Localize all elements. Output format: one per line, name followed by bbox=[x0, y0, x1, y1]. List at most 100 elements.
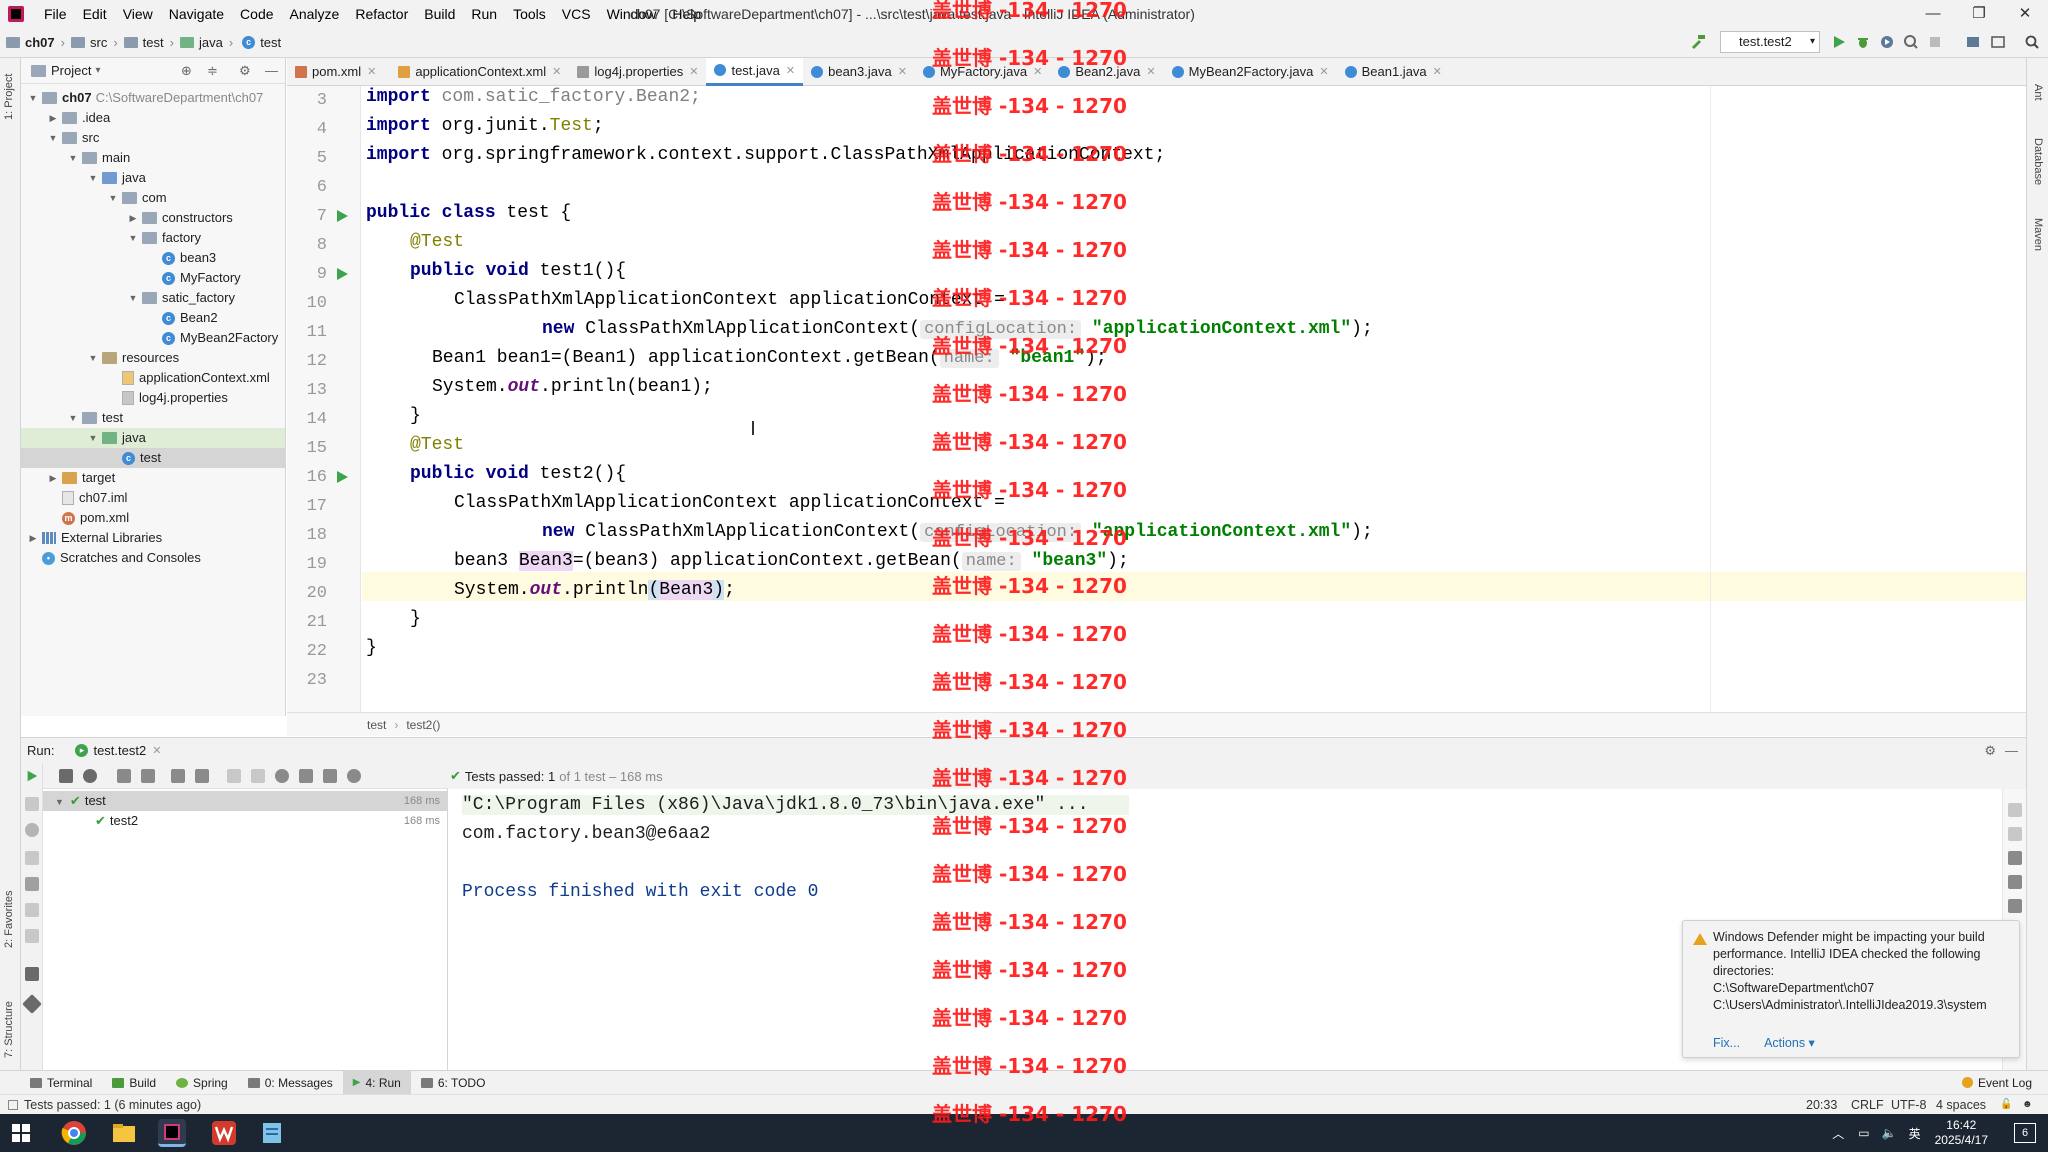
project-tree-item[interactable]: ▶ .idea bbox=[21, 108, 285, 128]
project-tree-item[interactable]: log4j.properties bbox=[21, 388, 285, 408]
close-tab-icon[interactable]: ✕ bbox=[1433, 65, 1442, 78]
chevron-down-icon[interactable]: ▾ bbox=[95, 65, 100, 76]
hide-panel-icon[interactable]: — bbox=[265, 63, 278, 78]
close-tab-icon[interactable]: ✕ bbox=[552, 65, 561, 78]
code-line-12[interactable]: Bean1 bean1=(Bean1) applicationContext.g… bbox=[432, 344, 1107, 373]
notification-center-button[interactable]: 6 bbox=[2014, 1123, 2036, 1143]
restore-layout-icon[interactable] bbox=[25, 929, 39, 943]
menu-run[interactable]: Run bbox=[463, 0, 505, 28]
project-tree-item[interactable]: ▼ resources bbox=[21, 348, 285, 368]
chevron-right-icon[interactable]: ▶ bbox=[127, 208, 139, 228]
close-tab-icon[interactable]: ✕ bbox=[689, 65, 698, 78]
project-tree-item[interactable]: ▼ java bbox=[21, 168, 285, 188]
project-tree-item[interactable]: ▼ satic_factory bbox=[21, 288, 285, 308]
menu-build[interactable]: Build bbox=[416, 0, 463, 28]
menu-view[interactable]: View bbox=[115, 0, 161, 28]
run-test-method-icon[interactable] bbox=[335, 470, 349, 484]
project-tree-item[interactable]: ▼ src bbox=[21, 128, 285, 148]
indent-setting[interactable]: 4 spaces bbox=[1936, 1098, 1986, 1112]
file-explorer-icon[interactable] bbox=[110, 1119, 138, 1147]
scroll-down-icon[interactable] bbox=[2008, 827, 2022, 841]
chevron-right-icon[interactable]: ▶ bbox=[47, 468, 59, 488]
pin-icon[interactable] bbox=[22, 994, 42, 1014]
code-line-18[interactable]: new ClassPathXmlApplicationContext(confi… bbox=[542, 518, 1373, 547]
inspector-icon[interactable]: ☻ bbox=[2022, 1099, 2033, 1110]
code-line-5[interactable]: import org.springframework.context.suppo… bbox=[366, 141, 1165, 170]
breadcrumb-test[interactable]: test › bbox=[123, 35, 174, 50]
chrome-icon[interactable] bbox=[60, 1119, 88, 1147]
project-structure-icon[interactable] bbox=[1965, 34, 1981, 50]
scroll-to-end-icon[interactable] bbox=[2008, 875, 2022, 889]
crumb-method[interactable]: test2() bbox=[406, 718, 440, 732]
project-tree-item[interactable]: c Bean2 bbox=[21, 308, 285, 328]
status-message[interactable]: Tests passed: 1 (6 minutes ago) bbox=[24, 1098, 201, 1112]
editor-tab[interactable]: Bean2.java ✕ bbox=[1050, 58, 1163, 86]
editor-tab[interactable]: applicationContext.xml ✕ bbox=[384, 58, 569, 86]
close-tab-icon[interactable]: ✕ bbox=[1319, 65, 1328, 78]
toggle-auto-test-icon[interactable] bbox=[25, 823, 39, 837]
editor-tab[interactable]: pom.xml ✕ bbox=[287, 58, 384, 86]
stop-icon[interactable] bbox=[25, 851, 39, 865]
chevron-down-icon[interactable]: ▼ bbox=[127, 288, 139, 308]
close-tab-icon[interactable]: ✕ bbox=[1033, 65, 1042, 78]
crumb-class[interactable]: test bbox=[367, 718, 386, 732]
close-tab-icon[interactable]: ✕ bbox=[1146, 65, 1155, 78]
project-tree-item[interactable]: ▼ ch07 C:\SoftwareDepartment\ch07 bbox=[21, 88, 285, 108]
scroll-up-icon[interactable] bbox=[2008, 803, 2022, 817]
notepad-icon[interactable] bbox=[258, 1119, 286, 1147]
hide-panel-icon[interactable]: — bbox=[2005, 743, 2018, 758]
maven-tool-button[interactable]: Maven bbox=[2032, 218, 2044, 251]
print-icon[interactable] bbox=[2008, 899, 2022, 913]
menu-refactor[interactable]: Refactor bbox=[347, 0, 416, 28]
code-line-15[interactable]: @Test bbox=[410, 431, 464, 460]
chevron-down-icon[interactable]: ▼ bbox=[55, 797, 64, 807]
chevron-right-icon[interactable]: ▶ bbox=[47, 108, 59, 128]
coverage-icon[interactable] bbox=[1879, 34, 1895, 50]
menu-edit[interactable]: Edit bbox=[75, 0, 115, 28]
chevron-down-icon[interactable]: ▼ bbox=[127, 228, 139, 248]
terminal-tab[interactable]: Terminal bbox=[20, 1071, 102, 1095]
code-line-10[interactable]: ClassPathXmlApplicationContext applicati… bbox=[454, 286, 1005, 315]
editor-tab[interactable]: Bean1.java ✕ bbox=[1337, 58, 1450, 86]
project-tree-item[interactable]: ▶ target bbox=[21, 468, 285, 488]
search-icon[interactable] bbox=[2024, 34, 2040, 50]
test-row[interactable]: ✔ test2 168 ms bbox=[43, 811, 448, 831]
tray-overflow-icon[interactable]: ︿ bbox=[1832, 1125, 1844, 1142]
code-line-19[interactable]: bean3 Bean3=(bean3) applicationContext.g… bbox=[454, 547, 1129, 576]
gear-icon[interactable]: ⚙ bbox=[1984, 743, 1996, 759]
gear-icon[interactable] bbox=[347, 769, 361, 783]
code-line-11[interactable]: new ClassPathXmlApplicationContext(confi… bbox=[542, 315, 1373, 344]
editor-tab[interactable]: bean3.java ✕ bbox=[803, 58, 915, 86]
editor-tab[interactable]: MyFactory.java ✕ bbox=[915, 58, 1050, 86]
code-line-22[interactable]: } bbox=[366, 634, 377, 663]
next-failed-icon[interactable] bbox=[251, 769, 265, 783]
project-tree-item[interactable]: ▶ constructors bbox=[21, 208, 285, 228]
layout-icon[interactable] bbox=[25, 967, 39, 981]
network-icon[interactable]: ▭ bbox=[1858, 1126, 1869, 1140]
export-icon[interactable] bbox=[25, 903, 39, 917]
sort-duration-icon[interactable] bbox=[141, 769, 155, 783]
code-line-17[interactable]: ClassPathXmlApplicationContext applicati… bbox=[454, 489, 1005, 518]
todo-tab[interactable]: 6: TODO bbox=[411, 1071, 496, 1095]
code-line-9[interactable]: public void test1(){ bbox=[410, 257, 626, 286]
spring-tab[interactable]: Spring bbox=[166, 1071, 238, 1095]
close-window-button[interactable]: ✕ bbox=[2002, 0, 2048, 28]
wps-icon[interactable] bbox=[210, 1119, 238, 1147]
editor-tab[interactable]: test.java ✕ bbox=[706, 57, 804, 86]
build-hammer-icon[interactable] bbox=[1690, 34, 1706, 50]
breadcrumb-java[interactable]: java › bbox=[179, 35, 233, 50]
stop-icon[interactable] bbox=[1927, 34, 1943, 50]
project-tree-item[interactable]: ▼ java bbox=[21, 428, 285, 448]
project-tree-item[interactable]: c MyFactory bbox=[21, 268, 285, 288]
project-tree-item[interactable]: ▼ main bbox=[21, 148, 285, 168]
show-passed-icon[interactable] bbox=[59, 769, 73, 783]
close-tab-icon[interactable]: ✕ bbox=[898, 65, 907, 78]
structure-tool-button[interactable]: 7: Structure bbox=[3, 1001, 15, 1058]
test-row[interactable]: ▼ ✔ test 168 ms bbox=[43, 791, 448, 811]
build-tab[interactable]: Build bbox=[102, 1071, 166, 1095]
project-tree-item[interactable]: ▼ com bbox=[21, 188, 285, 208]
project-tree-item[interactable]: ch07.iml bbox=[21, 488, 285, 508]
run-test-class-icon[interactable] bbox=[335, 209, 349, 223]
collapse-all-icon[interactable] bbox=[195, 769, 209, 783]
file-encoding[interactable]: UTF-8 bbox=[1891, 1098, 1926, 1112]
